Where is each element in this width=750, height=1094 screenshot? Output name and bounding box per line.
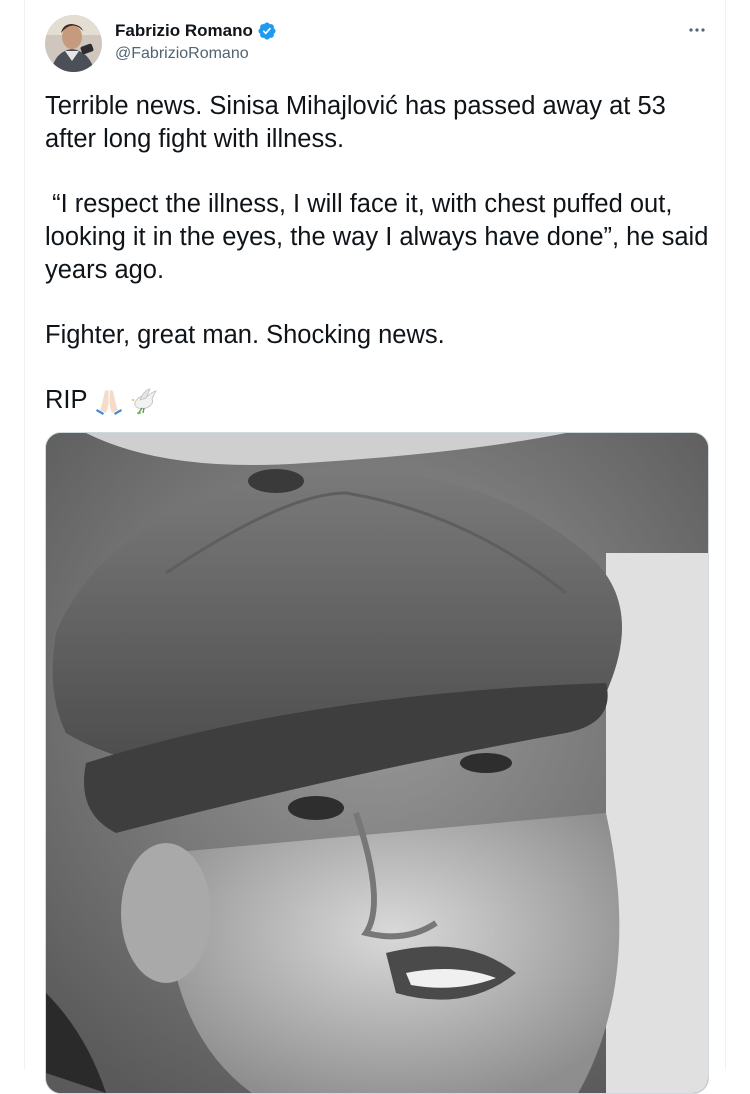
rip-text: RIP — [45, 386, 88, 414]
author-display-name[interactable]: Fabrizio Romano — [115, 21, 253, 41]
folded-hands-emoji-icon — [94, 386, 124, 416]
rip-line: RIP — [45, 384, 715, 417]
dove-emoji-icon — [130, 386, 160, 416]
tweet-photo[interactable] — [45, 432, 709, 1094]
author-info: Fabrizio Romano @FabrizioRomano — [115, 19, 277, 63]
black-and-white-portrait-photo — [46, 433, 708, 1093]
tweet-paragraph: Fighter, great man. Shocking news. — [45, 321, 445, 349]
verified-badge-icon — [257, 21, 277, 41]
ellipsis-icon — [689, 28, 705, 32]
tweet-text: Terrible news. Sinisa Mihajlović has pas… — [45, 90, 715, 417]
tweet-card[interactable]: Fabrizio Romano @FabrizioRomano Terrible… — [24, 0, 726, 1094]
name-row: Fabrizio Romano — [115, 19, 277, 43]
avatar-image — [45, 15, 102, 72]
tweet-paragraph: Terrible news. Sinisa Mihajlović has pas… — [45, 92, 673, 153]
tweet-paragraph: “I respect the illness, I will face it, … — [45, 190, 716, 284]
author-handle[interactable]: @FabrizioRomano — [115, 45, 277, 63]
author-avatar[interactable] — [45, 15, 102, 72]
more-options-button[interactable] — [685, 18, 709, 42]
